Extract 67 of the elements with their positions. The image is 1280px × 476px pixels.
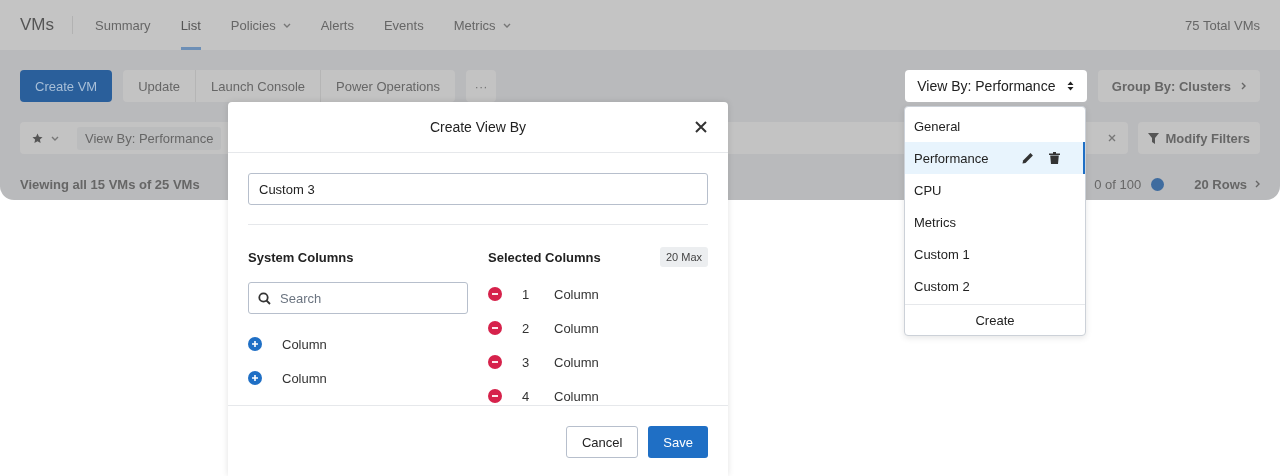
limit-badge: 20 Max	[659, 247, 708, 267]
summary-text: Viewing all 15 VMs of 25 VMs	[20, 176, 200, 192]
view-by-select[interactable]: View By: Performance	[904, 70, 1087, 102]
menu-item[interactable]: Custom 1	[905, 238, 1085, 270]
action-button[interactable]: Power Operations	[321, 70, 456, 102]
cancel-button[interactable]: Cancel	[565, 426, 639, 458]
chevron-right-icon	[1241, 82, 1246, 90]
filter-chip[interactable]: View By: Performance	[77, 126, 222, 150]
column-number: 2	[522, 320, 531, 336]
remove-icon[interactable]	[488, 389, 502, 403]
filter-icon	[1148, 132, 1160, 144]
column-number: 4	[522, 388, 531, 404]
column-label: Column	[554, 286, 599, 302]
sort-icon	[1067, 81, 1075, 91]
menu-item[interactable]: Metrics	[905, 206, 1085, 238]
column-label: Column	[554, 388, 599, 404]
create-vm-button[interactable]: Create VM	[20, 70, 113, 102]
column-heading: System Columns	[248, 249, 354, 265]
modify-filters-button[interactable]: Modify Filters	[1138, 122, 1260, 154]
column-label: Column	[282, 370, 327, 386]
menu-item-label: Performance	[914, 150, 989, 166]
total-count: 75 Total VMs	[1185, 17, 1260, 33]
pagination-text: 0 of 100	[1094, 176, 1142, 192]
column-label: Column	[554, 354, 599, 370]
nav-tab[interactable]: Alerts	[320, 0, 354, 50]
pencil-icon[interactable]	[1022, 152, 1034, 164]
rows-per-page[interactable]: 20 Rows	[1194, 176, 1260, 192]
add-icon[interactable]	[248, 371, 262, 385]
menu-item-label: Custom 1	[914, 246, 970, 262]
column-label: Column	[282, 336, 327, 352]
chevron-right-icon	[1255, 180, 1260, 188]
chevron-down-icon	[282, 22, 291, 28]
remove-icon[interactable]	[488, 355, 502, 369]
menu-item[interactable]: CPU	[905, 174, 1085, 206]
column-heading: Selected Columns	[488, 249, 601, 265]
menu-item[interactable]: Custom 2	[905, 270, 1085, 302]
column-number: 1	[522, 286, 531, 302]
page-title: VMs	[20, 15, 54, 35]
nav-tab[interactable]: Events	[383, 0, 424, 50]
remove-icon[interactable]	[488, 287, 502, 301]
name-input-field[interactable]: Custom 3	[248, 173, 708, 205]
menu-item-label: CPU	[914, 182, 942, 198]
star-icon	[32, 132, 43, 144]
column-number: 3	[522, 354, 531, 370]
menu-item-label: Custom 2	[914, 278, 970, 294]
action-button[interactable]: Update	[123, 70, 197, 102]
menu-item-label: Metrics	[914, 214, 956, 230]
remove-icon[interactable]	[488, 321, 502, 335]
chevron-down-icon	[51, 135, 59, 141]
more-button[interactable]: ···	[466, 70, 497, 102]
save-button[interactable]: Save	[648, 426, 708, 458]
nav-tab[interactable]: Policies	[230, 0, 291, 50]
nav-tab[interactable]: Metrics	[453, 0, 511, 50]
close-icon[interactable]	[695, 121, 707, 133]
nav-tab[interactable]: List	[180, 0, 201, 50]
nav-tab[interactable]: Summary	[95, 0, 151, 50]
group-by-button[interactable]: Group By: Clusters	[1097, 70, 1260, 102]
dialog-title: Create View By	[429, 119, 527, 135]
menu-item-label: General	[914, 118, 961, 134]
column-label: Column	[554, 320, 599, 336]
menu-item[interactable]: Performance	[905, 142, 1085, 174]
create-menu-item[interactable]: Create	[905, 304, 1085, 335]
trash-icon[interactable]	[1049, 152, 1060, 164]
add-icon[interactable]	[248, 337, 262, 351]
menu-item[interactable]: General	[905, 110, 1085, 142]
chevron-down-icon	[502, 22, 511, 28]
search-field[interactable]: Search	[248, 282, 468, 314]
